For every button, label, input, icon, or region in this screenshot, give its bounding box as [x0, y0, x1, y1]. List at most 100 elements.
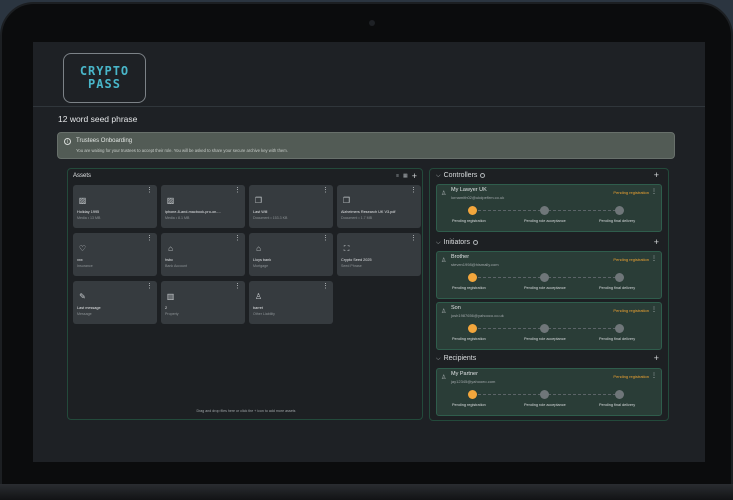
- recipients-header[interactable]: ⌵ Recipients: [436, 355, 476, 363]
- more-vertical-icon[interactable]: ⋮: [410, 235, 417, 242]
- edit-icon: ✎: [79, 292, 86, 301]
- more-vertical-icon[interactable]: ⋮: [146, 187, 153, 194]
- app-screen: CRYPTO PASS 12 word seed phrase i Truste…: [33, 42, 705, 462]
- trustee-card[interactable]: ♙ Son josh1987656@yahooco.co.uk Pending reg…: [436, 302, 662, 350]
- asset-card[interactable]: ♡ ⋮ xxx Insurance: [73, 233, 157, 276]
- trustee-card[interactable]: ♙ My Lawyer UK lornamith02@ukdpefirm.co.uk…: [436, 184, 662, 232]
- initiators-header[interactable]: ⌵ Initiators: [436, 239, 479, 247]
- step-dot: [540, 206, 549, 215]
- more-vertical-icon[interactable]: ⋮: [234, 187, 241, 194]
- asset-name: Alzheimers Research UK V3.pdf: [341, 210, 396, 214]
- more-vertical-icon[interactable]: ⋮: [651, 255, 657, 262]
- more-vertical-icon[interactable]: ⋮: [146, 235, 153, 242]
- add-recipient-button[interactable]: +: [654, 353, 659, 363]
- asset-meta: Seed Phrase: [341, 264, 362, 268]
- add-controller-button[interactable]: +: [654, 170, 659, 180]
- more-vertical-icon[interactable]: ⋮: [234, 283, 241, 290]
- controllers-header[interactable]: ⌵ Controllers: [436, 172, 486, 180]
- user-icon: ♙: [441, 375, 447, 381]
- asset-card[interactable]: ❐ ⋮ Alzheimers Research UK V3.pdf Document …: [337, 185, 421, 228]
- step-label: Pending role acceptance: [524, 337, 566, 341]
- asset-meta: Media • 13 MB: [77, 216, 101, 220]
- step-dot: [540, 273, 549, 282]
- list-view-icon[interactable]: ≡: [396, 173, 399, 179]
- asset-name: barret: [253, 306, 263, 310]
- asset-meta: Other Liability: [253, 312, 275, 316]
- asset-name: xxx: [77, 258, 83, 262]
- step-dot: [540, 324, 549, 333]
- trustee-card[interactable]: ♙ Brother steven1998@hismally.com Pending r…: [436, 251, 662, 299]
- asset-card[interactable]: ▥ ⋮ 2 Property: [161, 281, 245, 324]
- asset-name: Crypto Seed 2025: [341, 258, 372, 262]
- asset-name: Holiday 1995: [77, 210, 100, 214]
- more-vertical-icon[interactable]: ⋮: [146, 283, 153, 290]
- chevron-down-icon: ⌵: [436, 356, 441, 362]
- more-vertical-icon[interactable]: ⋮: [651, 372, 657, 379]
- status-badge: Pending registration: [613, 374, 649, 379]
- asset-card[interactable]: ⌂ ⋮ hsbc Bank Account: [161, 233, 245, 276]
- more-vertical-icon[interactable]: ⋮: [322, 235, 329, 242]
- add-asset-button[interactable]: +: [412, 171, 417, 181]
- step-label: Pending registration: [452, 286, 486, 290]
- asset-name: Lloys bank: [253, 258, 272, 262]
- step-dot: [615, 206, 624, 215]
- asset-card[interactable]: ⌂ ⋮ Lloys bank Mortgage: [249, 233, 333, 276]
- view-controls: ≡ ▦ +: [396, 171, 417, 181]
- asset-card[interactable]: ❐ ⋮ Last Will Document • 153.3 KB: [249, 185, 333, 228]
- asset-meta: Media • 8.1 MB: [165, 216, 190, 220]
- more-vertical-icon[interactable]: ⋮: [322, 187, 329, 194]
- trustee-name: My Lawyer UK: [451, 187, 487, 193]
- scroll-document-icon: ❐: [342, 196, 351, 205]
- recipients-title: Recipients: [443, 355, 477, 362]
- controllers-title: Controllers: [443, 172, 478, 179]
- assets-panel: Assets ≡ ▦ + ▨ ⋮ Holiday 1995 Media • 13 MB…: [67, 168, 423, 420]
- step-dot: [468, 206, 477, 215]
- step-label: Pending registration: [452, 403, 486, 407]
- asset-card[interactable]: ▨ ⋮ iphone-8-and-macbook-pro-on-... Media •…: [161, 185, 245, 228]
- page-title: 12 word seed phrase: [58, 114, 138, 124]
- trustee-email: jay12345@yahooeo.com: [451, 379, 496, 384]
- step-label: Pending role acceptance: [524, 403, 566, 407]
- step-label: Pending final delivery: [599, 403, 636, 407]
- more-vertical-icon[interactable]: ⋮: [651, 306, 657, 313]
- banner-title: Trustees Onboarding: [76, 138, 133, 144]
- chevron-down-icon: ⌵: [436, 173, 441, 179]
- laptop-base: [0, 484, 733, 500]
- step-label: Pending registration: [452, 337, 486, 341]
- step-dot: [468, 390, 477, 399]
- more-vertical-icon[interactable]: ⋮: [234, 235, 241, 242]
- trustee-card[interactable]: ♙ My Partner jay12345@yahooeo.com Pending r…: [436, 368, 662, 416]
- step-dot: [540, 390, 549, 399]
- step-dot: [468, 324, 477, 333]
- asset-meta: Message: [77, 312, 92, 316]
- camera-icon: [369, 20, 375, 26]
- add-initiator-button[interactable]: +: [654, 237, 659, 247]
- step-label: Pending registration: [452, 219, 486, 223]
- assets-title: Assets: [73, 173, 92, 179]
- asset-card[interactable]: ♙ ⋮ barret Other Liability: [249, 281, 333, 324]
- asset-meta: Mortgage: [253, 264, 269, 268]
- asset-name: Last Will: [253, 210, 268, 214]
- asset-card[interactable]: ✎ ⋮ Last message Message: [73, 281, 157, 324]
- image-file-icon: ▨: [166, 196, 175, 205]
- more-vertical-icon[interactable]: ⋮: [322, 283, 329, 290]
- user-icon: ♙: [441, 191, 447, 197]
- info-icon: i: [64, 138, 71, 145]
- info-icon: [473, 239, 479, 245]
- step-label: Pending final delivery: [599, 286, 636, 290]
- more-vertical-icon[interactable]: ⋮: [651, 188, 657, 195]
- image-file-icon: ▨: [78, 196, 87, 205]
- step-label: Pending role acceptance: [524, 286, 566, 290]
- step-dot: [468, 273, 477, 282]
- asset-card[interactable]: ▨ ⋮ Holiday 1995 Media • 13 MB: [73, 185, 157, 228]
- step-dot: [615, 273, 624, 282]
- asset-name: Last message: [77, 306, 101, 310]
- more-vertical-icon[interactable]: ⋮: [410, 187, 417, 194]
- asset-card[interactable]: ⛶ ⋮ Crypto Seed 2025 Seed Phrase: [337, 233, 421, 276]
- asset-name: iphone-8-and-macbook-pro-on-...: [165, 210, 221, 214]
- grid-view-icon[interactable]: ▦: [403, 173, 408, 179]
- trustee-email: steven1998@hismally.com: [451, 262, 499, 267]
- step-label: Pending final delivery: [599, 337, 636, 341]
- crypto-pass-logo[interactable]: CRYPTO PASS: [63, 53, 146, 103]
- asset-meta: Bank Account: [165, 264, 187, 268]
